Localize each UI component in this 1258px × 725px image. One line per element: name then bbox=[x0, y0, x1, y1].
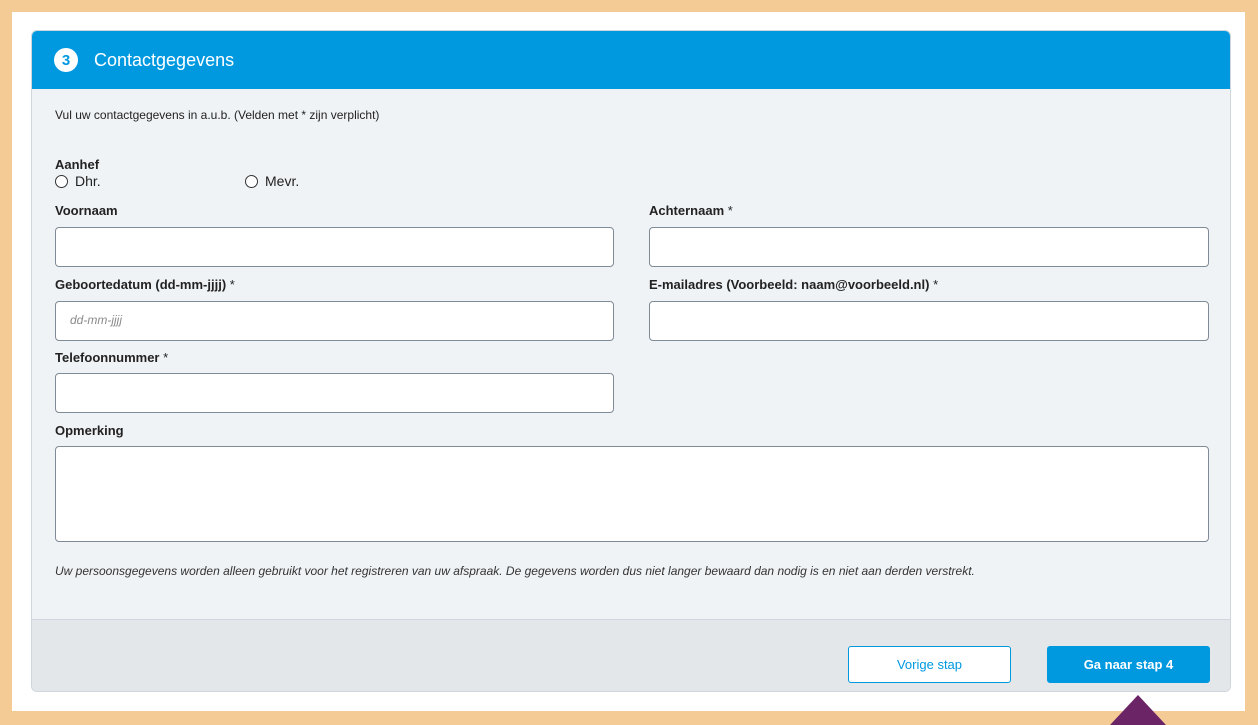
birthdate-label-text: Geboortedatum (dd-mm-jjjj) bbox=[55, 277, 227, 292]
radio-circle[interactable] bbox=[245, 174, 258, 188]
last-name-label-text: Achternaam bbox=[649, 203, 725, 218]
next-step-button[interactable]: Ga naar stap 4 bbox=[1047, 646, 1210, 683]
radio-mevr-label: Mevr. bbox=[265, 173, 300, 189]
remark-label: Opmerking bbox=[55, 423, 124, 438]
panel-title: Contactgegevens bbox=[94, 49, 235, 70]
required-mark: * bbox=[229, 277, 235, 292]
page-frame: 3 Contactgegevens Vul uw contactgegevens… bbox=[12, 12, 1245, 711]
radio-dhr-label: Dhr. bbox=[75, 173, 101, 189]
phone-label-text: Telefoonnummer bbox=[55, 350, 160, 365]
panel-body: Vul uw contactgegevens in a.u.b. (Velden… bbox=[32, 89, 1230, 619]
phone-label: Telefoonnummer * bbox=[55, 350, 168, 365]
step-number-badge: 3 bbox=[54, 48, 78, 72]
first-name-input[interactable] bbox=[55, 227, 614, 267]
panel-footer: Vorige stap Ga naar stap 4 bbox=[32, 619, 1230, 691]
email-label: E-mailadres (Voorbeeld: naam@voorbeeld.n… bbox=[649, 277, 938, 292]
remark-textarea[interactable] bbox=[55, 446, 1209, 542]
required-mark: * bbox=[163, 350, 169, 365]
birthdate-placeholder: dd-mm-jjjj bbox=[70, 313, 122, 327]
email-label-text: E-mailadres (Voorbeeld: naam@voorbeeld.n… bbox=[649, 277, 930, 292]
last-name-input[interactable] bbox=[649, 227, 1209, 267]
radio-circle[interactable] bbox=[55, 174, 68, 188]
salutation-label: Aanhef bbox=[55, 157, 100, 172]
phone-input[interactable] bbox=[55, 373, 614, 413]
birthdate-input[interactable]: dd-mm-jjjj bbox=[55, 301, 614, 341]
first-name-label: Voornaam bbox=[55, 203, 118, 218]
pointer-arrow-icon bbox=[1110, 695, 1166, 725]
required-mark: * bbox=[727, 203, 733, 218]
radio-mevr[interactable]: Mevr. bbox=[245, 173, 299, 189]
contact-details-panel: 3 Contactgegevens Vul uw contactgegevens… bbox=[31, 30, 1231, 692]
previous-step-button[interactable]: Vorige stap bbox=[848, 646, 1011, 683]
required-mark: * bbox=[933, 277, 939, 292]
form-intro-text: Vul uw contactgegevens in a.u.b. (Velden… bbox=[55, 108, 380, 122]
email-input[interactable] bbox=[649, 301, 1209, 341]
radio-dhr[interactable]: Dhr. bbox=[55, 173, 101, 189]
privacy-note: Uw persoonsgegevens worden alleen gebrui… bbox=[55, 564, 975, 578]
birthdate-label: Geboortedatum (dd-mm-jjjj) * bbox=[55, 277, 235, 292]
last-name-label: Achternaam * bbox=[649, 203, 733, 218]
panel-header: 3 Contactgegevens bbox=[32, 31, 1230, 89]
